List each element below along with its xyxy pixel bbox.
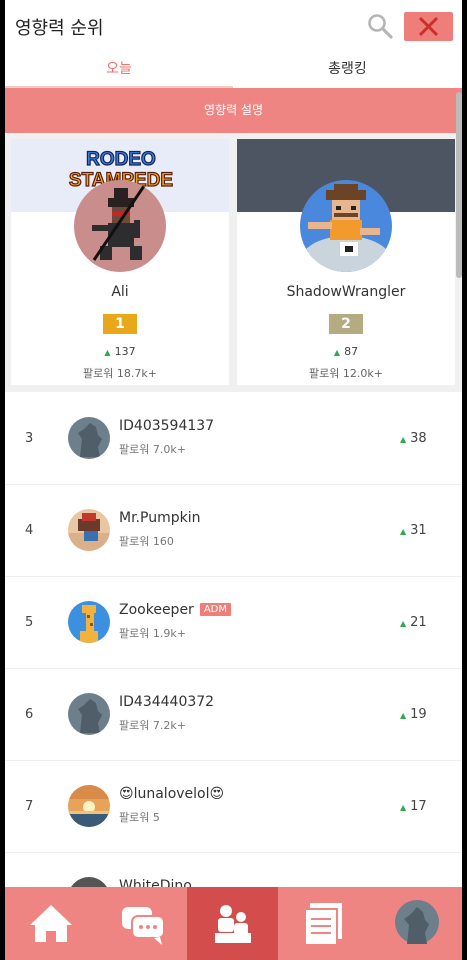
follower-count: 팔로워 7.2k+ — [119, 719, 186, 732]
rank-number: 4 — [25, 523, 34, 538]
ranking-icon — [215, 905, 251, 943]
trend-up-icon: ▲ — [400, 619, 407, 628]
ranking-row[interactable]: 5 Zookeeper ADM 팔로워 1.9k+ ▲ 21 — [5, 577, 462, 669]
nav-home[interactable] — [5, 887, 96, 960]
trend-up-icon: ▲ — [400, 435, 407, 444]
trend-up-icon: ▲ — [400, 711, 407, 720]
top-card-2[interactable]: ShadowWrangler 2 ▲ 87 팔로워 12.0k+ — [237, 139, 455, 385]
trend-up-icon: ▲ — [400, 803, 407, 812]
nav-feed[interactable] — [278, 887, 369, 960]
top-card-1[interactable]: RODEO STAMPEDE — [11, 139, 229, 385]
bottom-nav — [5, 887, 462, 960]
default-avatar — [68, 693, 110, 735]
trend-up-icon: ▲ — [400, 527, 407, 536]
chat-icon — [122, 907, 165, 945]
follower-count: 팔로워 5 — [119, 811, 160, 824]
player-name: ID403594137 — [119, 418, 215, 434]
trend-up-icon: ▲ — [104, 348, 111, 357]
close-button[interactable] — [404, 12, 453, 41]
tab-total-ranking[interactable]: 총랭킹 — [233, 52, 462, 88]
rank-number: 5 — [25, 615, 34, 630]
follower-count: 팔로워 18.7k+ — [83, 367, 157, 380]
scrollbar[interactable] — [456, 92, 462, 278]
rank-number: 6 — [25, 707, 34, 722]
home-icon — [30, 905, 72, 942]
top-ranked-area: RODEO STAMPEDE — [5, 133, 462, 392]
follower-count: 팔로워 12.0k+ — [309, 367, 383, 380]
score: ▲ 17 — [400, 799, 427, 814]
rank-number: 3 — [25, 431, 34, 446]
influence-explain-button[interactable]: 영향력 설명 — [5, 88, 462, 133]
default-avatar — [68, 417, 110, 459]
tab-bar: 오늘 총랭킹 — [5, 52, 462, 88]
score: ▲ 87 — [333, 345, 359, 358]
avatar — [74, 180, 166, 272]
ranking-row[interactable]: 4 Mr.Pumpkin 팔로워 160 ▲ 31 — [5, 485, 462, 577]
profile-avatar — [395, 900, 439, 944]
follower-count: 팔로워 7.0k+ — [119, 443, 186, 456]
follower-count: 팔로워 1.9k+ — [119, 627, 186, 640]
player-name: ShadowWrangler — [286, 284, 406, 300]
ranking-row[interactable]: 3 ID403594137 팔로워 7.0k+ ▲ 38 — [5, 393, 462, 485]
score: ▲ 38 — [400, 431, 427, 446]
follower-count: 팔로워 160 — [119, 535, 174, 548]
admin-badge: ADM — [199, 603, 231, 616]
trend-up-icon: ▲ — [333, 348, 341, 357]
ranking-row[interactable]: 6 ID434440372 팔로워 7.2k+ ▲ 19 — [5, 669, 462, 761]
avatar — [300, 180, 392, 272]
ranking-row[interactable]: 7 😍lunalovelol😍 팔로워 5 ▲ 17 — [5, 761, 462, 853]
avatar — [68, 509, 110, 551]
avatar — [68, 601, 110, 643]
player-name: Ali — [111, 284, 129, 300]
player-name: ID434440372 — [119, 694, 215, 710]
nav-ranking[interactable] — [187, 887, 278, 960]
close-icon — [418, 16, 439, 37]
nav-profile[interactable] — [369, 887, 460, 960]
score: ▲ 21 — [400, 615, 427, 630]
rank-badge: 2 — [329, 314, 363, 334]
rank-number: 7 — [25, 799, 34, 814]
feed-icon — [304, 903, 342, 946]
score: ▲ 19 — [400, 707, 427, 722]
header: 영향력 순위 — [5, 0, 462, 52]
avatar — [68, 785, 110, 827]
app-screen: 영향력 순위 오늘 총랭킹 영향력 설명 RODEO STAMPEDE — [5, 0, 462, 960]
nav-chat[interactable] — [96, 887, 187, 960]
tab-today[interactable]: 오늘 — [5, 52, 233, 88]
score: ▲ 137 — [104, 345, 136, 358]
rank-badge: 1 — [103, 314, 137, 334]
svg-text:RODEO: RODEO — [86, 149, 156, 170]
player-name: Mr.Pumpkin — [119, 510, 201, 526]
player-name: 😍lunalovelol😍 — [119, 786, 225, 802]
search-icon[interactable] — [367, 13, 393, 39]
player-name: Zookeeper ADM — [119, 602, 231, 618]
score: ▲ 31 — [400, 523, 427, 538]
page-title: 영향력 순위 — [15, 18, 104, 39]
